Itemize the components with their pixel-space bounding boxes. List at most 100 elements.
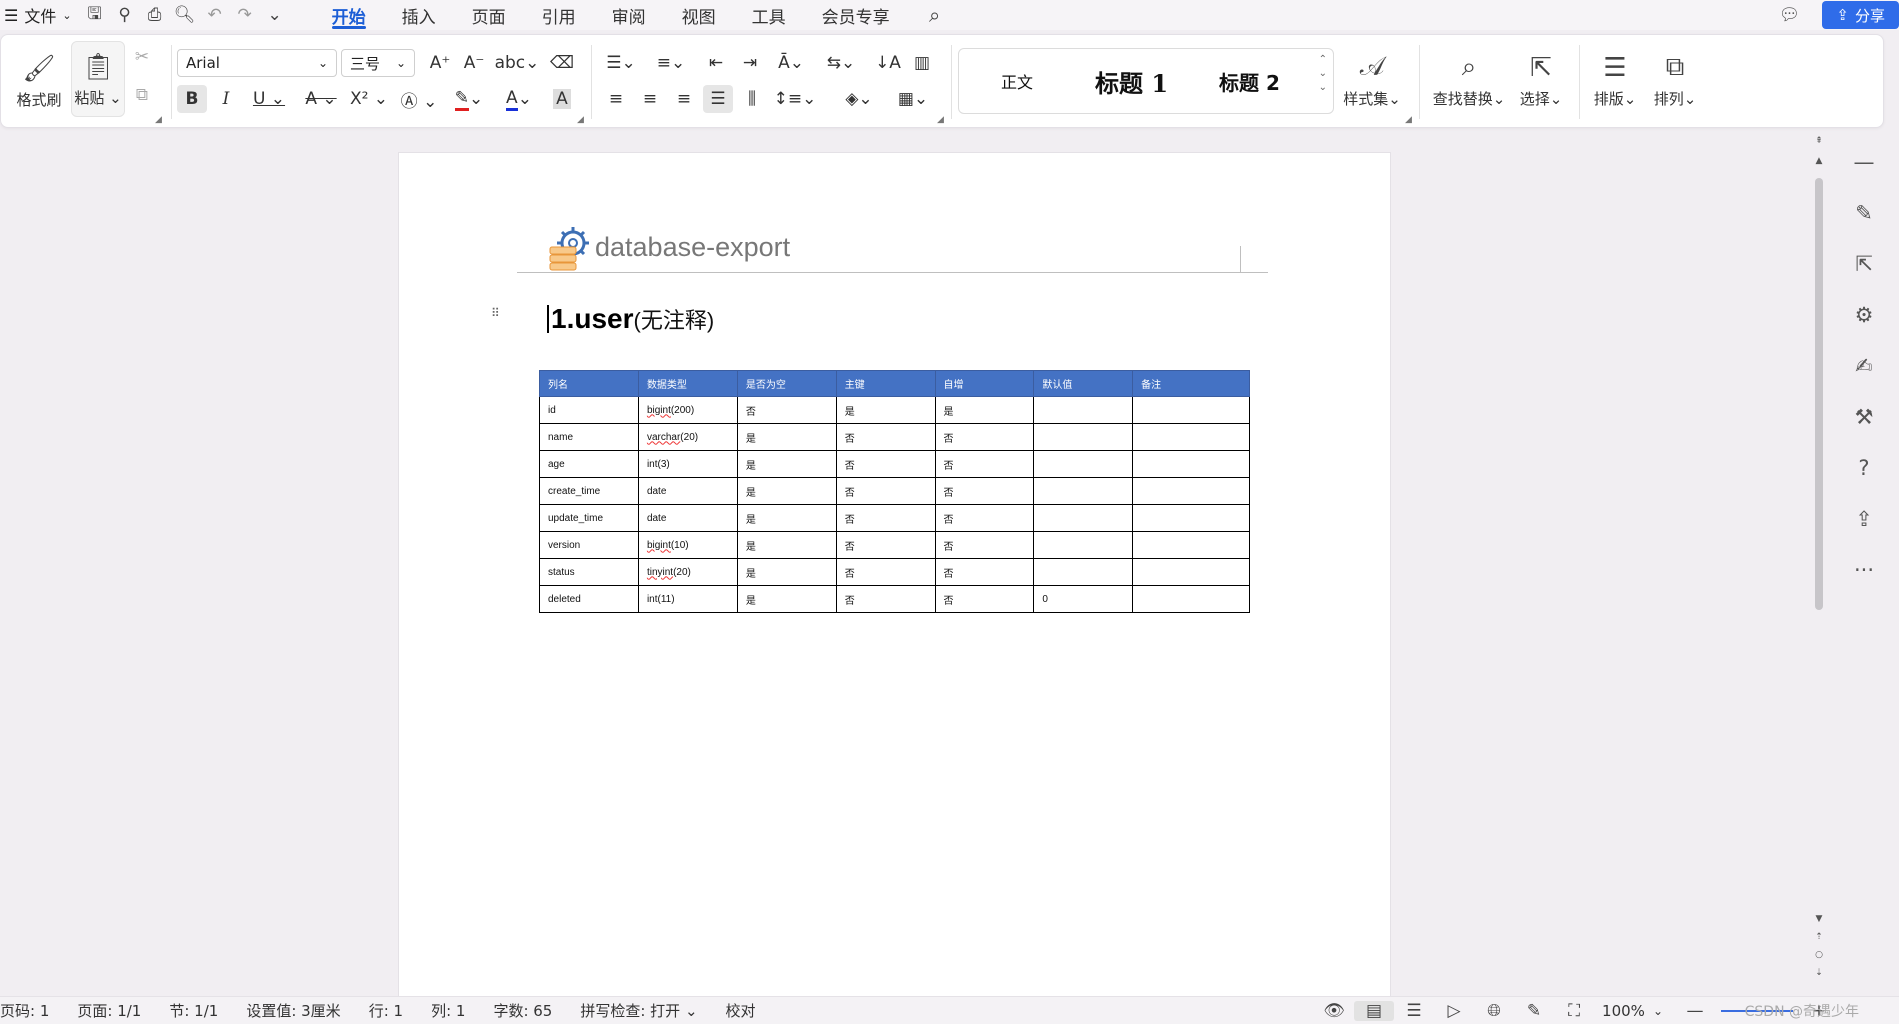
clipboard-expand-icon[interactable]: ◢ xyxy=(155,115,162,125)
copy-icon[interactable]: ⧉ xyxy=(127,81,157,109)
table-cell[interactable]: tinyint(20) xyxy=(637,558,738,586)
signature-icon[interactable]: ✍ xyxy=(1836,344,1892,388)
justify-icon[interactable]: ☰ xyxy=(703,85,733,113)
web-view-icon[interactable]: 🌐︎ xyxy=(1474,1001,1514,1021)
print-preview-icon[interactable]: 🔍︎ xyxy=(170,0,200,30)
align-left-icon[interactable]: ≡ xyxy=(601,85,631,113)
table-cell[interactable] xyxy=(1132,477,1250,505)
table-cell[interactable] xyxy=(1132,504,1250,532)
style-heading1[interactable]: 标题 1 xyxy=(1095,49,1168,113)
table-cell[interactable]: 否 xyxy=(934,504,1035,532)
table-cell[interactable] xyxy=(1132,423,1250,451)
scroll-thumb[interactable] xyxy=(1815,178,1823,610)
scroll-up-icon[interactable]: ▲ xyxy=(1812,156,1826,166)
text-direction-icon[interactable]: Ā⌄ xyxy=(771,49,811,77)
scroll-top-icon[interactable]: ⇞ xyxy=(1812,136,1826,146)
clear-format-icon[interactable]: ⌫ xyxy=(547,49,577,77)
italic-icon[interactable]: I xyxy=(211,85,241,113)
styles-scroll-icon[interactable]: ⌃ ⌄ ⌄ xyxy=(1319,53,1327,95)
zoom-out-icon[interactable]: — xyxy=(1675,1001,1715,1021)
table-cell[interactable]: 否 xyxy=(835,450,936,478)
status-pages[interactable]: 页面: 1/1 xyxy=(77,1000,141,1021)
table-cell[interactable]: 否 xyxy=(835,558,936,586)
align-right-icon[interactable]: ≡ xyxy=(669,85,699,113)
tools-icon[interactable]: ⚒ xyxy=(1836,395,1892,439)
table-cell[interactable] xyxy=(1033,477,1134,505)
more-icon[interactable]: ··· xyxy=(1836,548,1892,592)
status-setting[interactable]: 设置值: 3厘米 xyxy=(246,1000,340,1021)
table-cell[interactable]: int(3) xyxy=(637,450,738,478)
paragraph-spacing-icon[interactable]: ⇆⌄ xyxy=(821,49,861,77)
status-proofread[interactable]: 校对 xyxy=(726,1000,756,1021)
table-cell[interactable] xyxy=(1033,396,1134,424)
font-name-select[interactable]: Arial ⌄ xyxy=(177,49,337,77)
more-quick-access-icon[interactable]: ⌄ xyxy=(260,0,290,30)
format-painter-button[interactable]: 🖌︎ 格式刷 xyxy=(11,47,67,115)
table-cell[interactable]: name xyxy=(539,423,639,451)
table-cell[interactable]: version xyxy=(539,531,639,559)
shrink-font-icon[interactable]: A⁻ xyxy=(459,49,489,77)
styles-expand-icon[interactable]: ◢ xyxy=(1405,115,1412,125)
table-cell[interactable]: 否 xyxy=(835,477,936,505)
style-heading2[interactable]: 标题 2 xyxy=(1219,49,1280,113)
table-cell[interactable]: 否 xyxy=(934,477,1035,505)
table-cell[interactable] xyxy=(1132,531,1250,559)
document-page[interactable]: database-export ⠿ 1.user (无注释) 列名 数据类型 是… xyxy=(399,153,1390,998)
chevron-down-icon[interactable]: ⌄ xyxy=(1653,1004,1663,1018)
select-button[interactable]: ⇱ 选择⌄ xyxy=(1513,43,1569,117)
grow-font-icon[interactable]: A⁺ xyxy=(425,49,455,77)
show-marks-icon[interactable]: ▥ xyxy=(907,49,937,77)
table-cell[interactable]: deleted xyxy=(539,585,639,613)
increase-indent-icon[interactable]: ⇥ xyxy=(735,49,765,77)
table-cell[interactable]: 是 xyxy=(736,585,837,613)
table-cell[interactable]: 0 xyxy=(1033,585,1134,613)
table-cell[interactable] xyxy=(1132,585,1250,613)
cut-icon[interactable]: ✂ xyxy=(127,43,157,71)
cloud-icon[interactable]: ⚲ xyxy=(110,0,140,30)
share-doc-icon[interactable]: ⇪ xyxy=(1836,497,1892,541)
table-cell[interactable]: 否 xyxy=(835,585,936,613)
table-cell[interactable]: varchar(20) xyxy=(637,423,738,451)
paragraph-expand-icon[interactable]: ◢ xyxy=(937,115,944,125)
table-cell[interactable]: 否 xyxy=(736,396,837,424)
table-cell[interactable]: 否 xyxy=(835,504,936,532)
align-center-icon[interactable]: ≡ xyxy=(635,85,665,113)
tab-insert[interactable]: 插入 xyxy=(384,0,454,30)
distributed-icon[interactable]: ⫼ xyxy=(737,85,767,113)
table-cell[interactable] xyxy=(1132,396,1250,424)
column-header[interactable]: 自增 xyxy=(934,370,1035,397)
table-cell[interactable]: 否 xyxy=(934,585,1035,613)
table-cell[interactable] xyxy=(1132,450,1250,478)
phonetic-guide-icon[interactable]: abc⌄ xyxy=(495,49,540,77)
status-page-number[interactable]: 页码: 1 xyxy=(0,1000,49,1021)
tab-review[interactable]: 审阅 xyxy=(594,0,664,30)
zoom-level[interactable]: 100% xyxy=(1602,1002,1645,1020)
numbered-list-icon[interactable]: ≡⌄ xyxy=(651,49,691,77)
table-cell[interactable]: 否 xyxy=(934,450,1035,478)
vertical-scrollbar[interactable]: ⇞ ▲ ▼ ⇡ ○ ⇣ xyxy=(1812,136,1826,996)
schema-table[interactable]: 列名 数据类型 是否为空 主键 自增 默认值 备注 id bigint(200) 否… xyxy=(539,370,1250,613)
table-cell[interactable] xyxy=(1033,504,1134,532)
save-icon[interactable]: 🖫 xyxy=(80,0,110,30)
table-cell[interactable]: bigint(10) xyxy=(637,531,738,559)
help-icon[interactable]: ? xyxy=(1836,446,1892,490)
redo-icon[interactable]: ↷ xyxy=(230,0,260,30)
status-spell-check[interactable]: 拼写检查: 打开 ⌄ xyxy=(580,1000,697,1021)
table-cell[interactable] xyxy=(1132,558,1250,586)
bullet-list-icon[interactable]: ☰⌄ xyxy=(601,49,641,77)
table-cell[interactable] xyxy=(1033,558,1134,586)
status-word-count[interactable]: 字数: 65 xyxy=(493,1000,552,1021)
layout-button[interactable]: ☰ 排版⌄ xyxy=(1587,43,1643,117)
tab-member[interactable]: 会员专享 xyxy=(804,0,908,30)
tab-references[interactable]: 引用 xyxy=(524,0,594,30)
file-menu[interactable]: ☰ 文件 ⌄ xyxy=(0,3,80,27)
eye-icon[interactable]: 👁︎ xyxy=(1314,1001,1354,1021)
sort-icon[interactable]: ↓A xyxy=(873,49,903,77)
column-header[interactable]: 主键 xyxy=(835,370,936,397)
table-cell[interactable]: 是 xyxy=(736,477,837,505)
pen-mode-icon[interactable]: ✎ xyxy=(1514,1001,1554,1021)
table-cell[interactable]: 是 xyxy=(835,396,936,424)
next-page-icon[interactable]: ⇣ xyxy=(1812,968,1826,978)
table-cell[interactable]: int(11) xyxy=(637,585,738,613)
strikethrough-icon[interactable]: A ⌄ xyxy=(301,85,341,113)
